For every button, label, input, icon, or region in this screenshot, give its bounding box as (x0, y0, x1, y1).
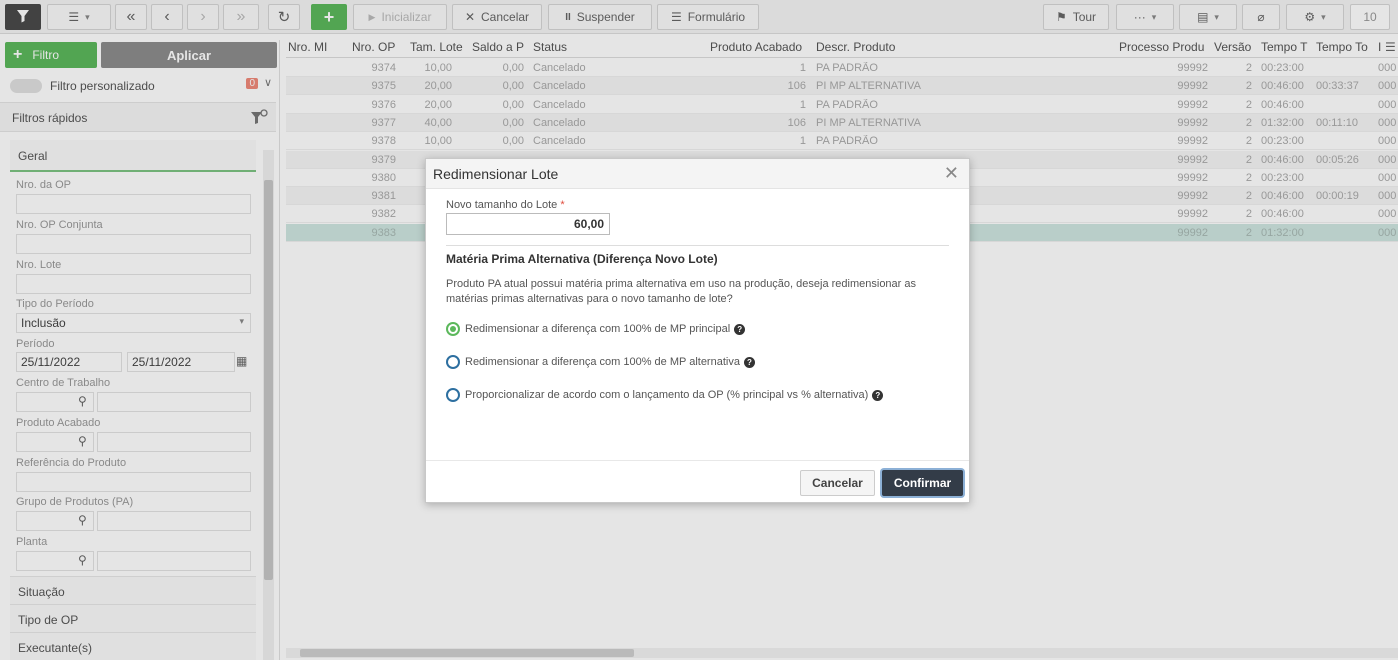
divider (446, 245, 949, 246)
dialog-description: Produto PA atual possui matéria prima al… (446, 278, 917, 305)
confirm-button[interactable]: Confirmar (882, 470, 963, 496)
help-icon[interactable]: ? (872, 389, 884, 401)
cancel-button[interactable]: Cancelar (800, 470, 875, 496)
dialog-footer: Cancelar Confirmar (426, 460, 969, 502)
required-marker: * (560, 199, 565, 211)
close-icon[interactable]: ✕ (944, 163, 959, 184)
section-title: Matéria Prima Alternativa (Diferença Nov… (446, 252, 718, 266)
radio-button-selected[interactable] (446, 322, 460, 336)
radio-button[interactable] (446, 355, 460, 369)
option-mp-alternativa[interactable]: Redimensionar a diferença com 100% de MP… (446, 355, 755, 369)
redimensionar-lote-dialog: Redimensionar Lote ✕ Novo tamanho do Lot… (425, 158, 970, 503)
option-mp-principal[interactable]: Redimensionar a diferença com 100% de MP… (446, 322, 746, 336)
radio-button[interactable] (446, 388, 460, 402)
option-proporcionalizar[interactable]: Proporcionalizar de acordo com o lançame… (446, 388, 884, 402)
novo-tamanho-input[interactable]: 60,00 (446, 213, 610, 235)
help-icon[interactable]: ? (743, 356, 755, 368)
help-icon[interactable]: ? (734, 323, 746, 335)
novo-tamanho-label: Novo tamanho do Lote * (446, 199, 565, 211)
dialog-header: Redimensionar Lote ✕ (426, 159, 969, 189)
dialog-title: Redimensionar Lote (433, 166, 559, 182)
